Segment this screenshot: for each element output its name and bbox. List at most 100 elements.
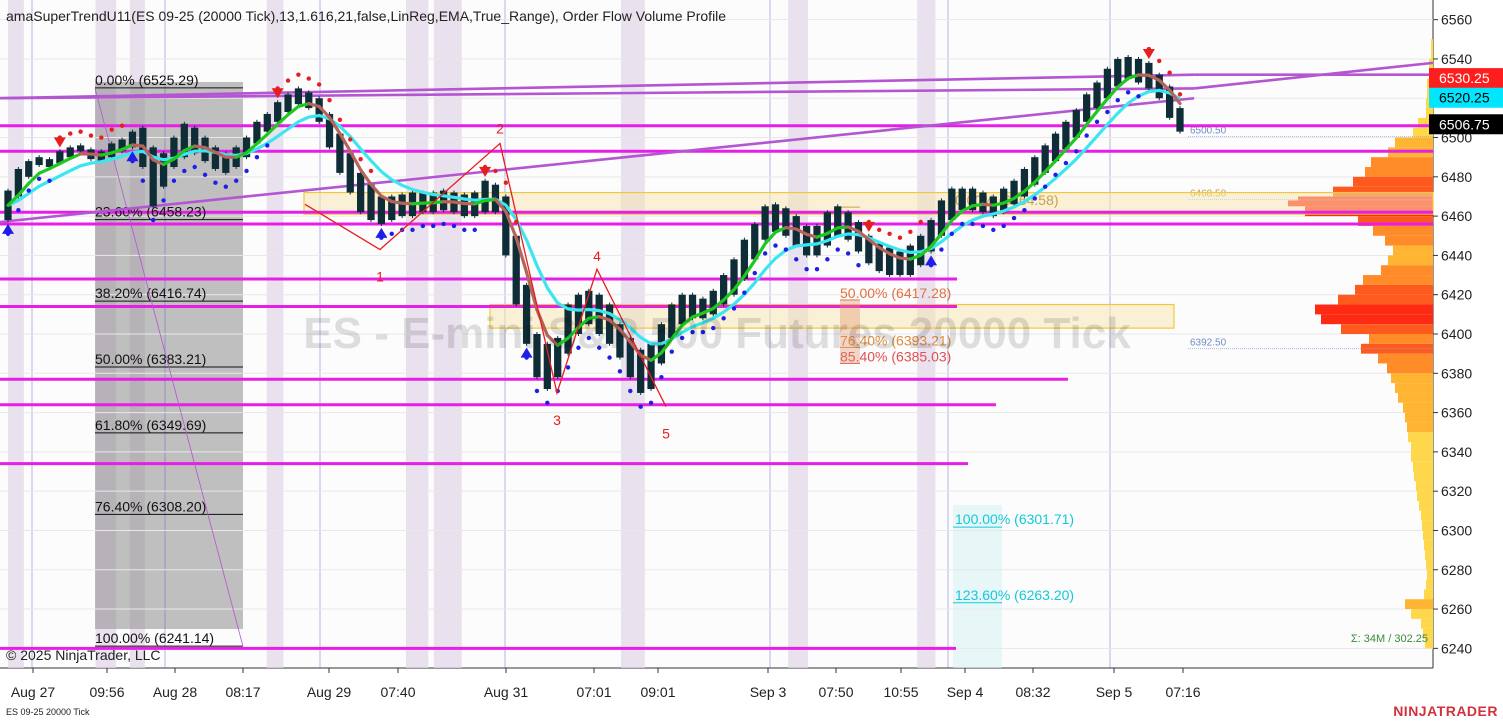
price-tick-label: 6480 <box>1441 169 1472 185</box>
candle <box>367 184 375 221</box>
volume-bar <box>1405 599 1433 610</box>
supertrend-up-dot <box>389 231 394 236</box>
supertrend-down-dot <box>877 227 882 233</box>
supertrend-up-dot <box>233 178 239 183</box>
supertrend-down-dot <box>887 231 892 236</box>
volume-bar <box>1321 314 1433 325</box>
supertrend-down-dot <box>348 137 353 142</box>
candle <box>1134 58 1143 83</box>
supertrend-up-dot <box>213 180 218 185</box>
volume-bar <box>1414 471 1433 482</box>
supertrend-up-dot <box>949 231 955 236</box>
supertrend-up-dot <box>171 178 177 183</box>
supertrend-down-dot <box>1157 58 1162 64</box>
supertrend-up-dot <box>1094 119 1100 125</box>
wave-label: 4 <box>593 248 601 264</box>
supertrend-down-dot <box>109 127 114 132</box>
supertrend-up-dot <box>265 143 270 148</box>
candle <box>108 143 116 158</box>
candle <box>1083 94 1091 122</box>
candle <box>896 251 904 276</box>
candle <box>481 180 489 213</box>
volume-bar <box>1371 157 1433 167</box>
supertrend-up-dot <box>1136 94 1141 99</box>
candle <box>346 153 354 193</box>
volume-bar <box>1421 618 1433 629</box>
volume-bar <box>1369 334 1433 344</box>
candle <box>802 225 811 256</box>
candle <box>1124 56 1132 79</box>
candle <box>35 157 43 166</box>
candle <box>284 94 292 112</box>
supertrend-down-dot <box>88 133 94 138</box>
supertrend-up-dot <box>825 257 830 262</box>
candle <box>979 192 987 213</box>
volume-bar <box>1425 550 1433 560</box>
supertrend-up-dot <box>36 176 42 181</box>
supertrend-up-dot <box>1063 160 1069 166</box>
candle <box>948 188 956 221</box>
supertrend-up-dot <box>410 227 415 233</box>
supertrend-up-dot <box>244 168 249 174</box>
price-tick-label: 6460 <box>1441 208 1472 224</box>
volume-bar <box>1411 609 1433 619</box>
time-tick-label: 07:50 <box>818 684 853 700</box>
wave-label: 2 <box>496 120 504 136</box>
supertrend-up-dot <box>202 172 208 178</box>
candle <box>191 127 199 154</box>
volume-bar <box>1395 137 1433 148</box>
volume-bar <box>1341 324 1433 334</box>
fib-ext-label: 100.00% (6301.71) <box>955 511 1074 527</box>
fib-mid-label: 50.00% (6417.28) <box>840 285 951 301</box>
volume-bar <box>1403 402 1433 413</box>
volume-bar <box>1363 275 1433 285</box>
supertrend-up-dot <box>814 266 820 272</box>
supertrend-up-dot <box>161 198 166 203</box>
volume-bar <box>1338 294 1433 305</box>
supertrend-up-dot <box>1042 184 1048 189</box>
volume-bar <box>1398 392 1433 403</box>
supertrend-up-dot <box>659 375 664 380</box>
volume-bar <box>1424 540 1433 551</box>
supertrend-up-dot <box>959 221 965 227</box>
supertrend-up-dot <box>648 400 654 405</box>
volume-bar <box>1411 442 1433 452</box>
time-tick-label: 09:01 <box>640 684 675 700</box>
volume-bar <box>1405 412 1433 423</box>
chart-window[interactable]: 6500.506468.506392.50 0.00% (6525.29)23.… <box>0 0 1503 721</box>
time-tick-label: 08:17 <box>225 684 260 700</box>
candle <box>813 225 821 256</box>
instrument-label: ES 09-25 20000 Tick <box>6 707 90 717</box>
volume-bar <box>1387 363 1433 374</box>
supertrend-up-dot <box>638 404 643 409</box>
fib-level-label: 61.80% (6349.69) <box>95 417 206 433</box>
supertrend-down-dot <box>1177 92 1183 97</box>
volume-bar <box>1421 510 1433 521</box>
supertrend-down-dot <box>918 219 923 225</box>
time-tick-label: 08:32 <box>1015 684 1050 700</box>
supertrend-up-dot <box>939 247 944 252</box>
price-tick-label: 6400 <box>1441 326 1472 342</box>
candle <box>357 172 365 213</box>
supertrend-up-dot <box>26 188 31 193</box>
supertrend-down-dot <box>908 229 913 235</box>
price-marker-label: 6520.25 <box>1439 90 1490 106</box>
supertrend-up-dot <box>1084 133 1089 138</box>
price-tick-label: 6440 <box>1441 247 1472 263</box>
supertrend-up-dot <box>1125 90 1131 95</box>
watermark: ES - E-mini S&P 500 Futures 20000 Tick <box>303 309 1131 358</box>
supertrend-up-dot <box>1022 208 1027 213</box>
volume-bar <box>1393 245 1433 256</box>
volume-bar <box>1391 373 1433 384</box>
time-tick-label: Aug 28 <box>153 684 198 700</box>
supertrend-up-dot <box>991 227 996 233</box>
supertrend-up-dot <box>140 178 146 183</box>
price-tick-label: 6340 <box>1441 444 1472 460</box>
supertrend-up-dot <box>752 270 757 276</box>
price-chart[interactable]: 6500.506468.506392.50 0.00% (6525.29)23.… <box>0 0 1503 721</box>
supertrend-up-dot <box>1011 215 1017 221</box>
supertrend-up-dot <box>773 243 778 248</box>
candle <box>170 137 178 167</box>
time-tick-label: Sep 3 <box>750 684 787 700</box>
candle <box>1176 108 1184 132</box>
